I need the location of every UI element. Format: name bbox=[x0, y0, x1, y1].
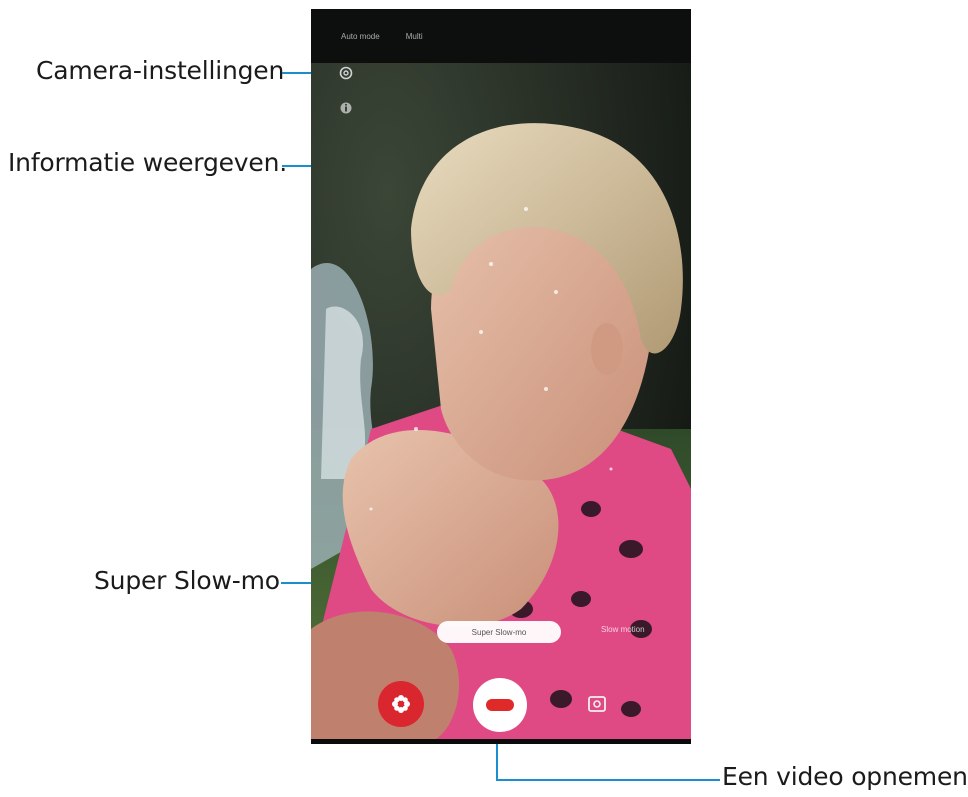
mode-top-bar: Auto mode Multi bbox=[311, 9, 691, 63]
super-slow-mo-label: Super Slow-mo bbox=[94, 566, 280, 595]
super-slow-mo-mode-button[interactable]: Super Slow-mo bbox=[437, 621, 561, 643]
camera-settings-label: Camera-instellingen bbox=[36, 56, 285, 85]
info-icon[interactable] bbox=[337, 99, 355, 117]
switch-camera-icon[interactable] bbox=[586, 693, 608, 715]
top-mode-1[interactable]: Auto mode bbox=[341, 32, 380, 41]
camera-control-bar bbox=[311, 663, 691, 741]
slow-motion-mode-option[interactable]: Slow motion bbox=[601, 625, 645, 634]
effect-button[interactable] bbox=[378, 681, 424, 727]
gear-icon[interactable] bbox=[337, 64, 355, 82]
bottom-strip bbox=[311, 739, 691, 744]
flower-icon bbox=[392, 695, 410, 713]
record-video-icon bbox=[486, 699, 514, 711]
leader-line-record bbox=[496, 779, 720, 781]
show-info-label: Informatie weergeven. bbox=[8, 148, 287, 177]
top-mode-2[interactable]: Multi bbox=[406, 32, 423, 41]
record-button[interactable] bbox=[473, 678, 527, 732]
camera-preview-screen: Auto mode Multi Super Slow-mo Slow motio… bbox=[311, 9, 691, 744]
record-video-label: Een video opnemen. bbox=[722, 762, 968, 791]
